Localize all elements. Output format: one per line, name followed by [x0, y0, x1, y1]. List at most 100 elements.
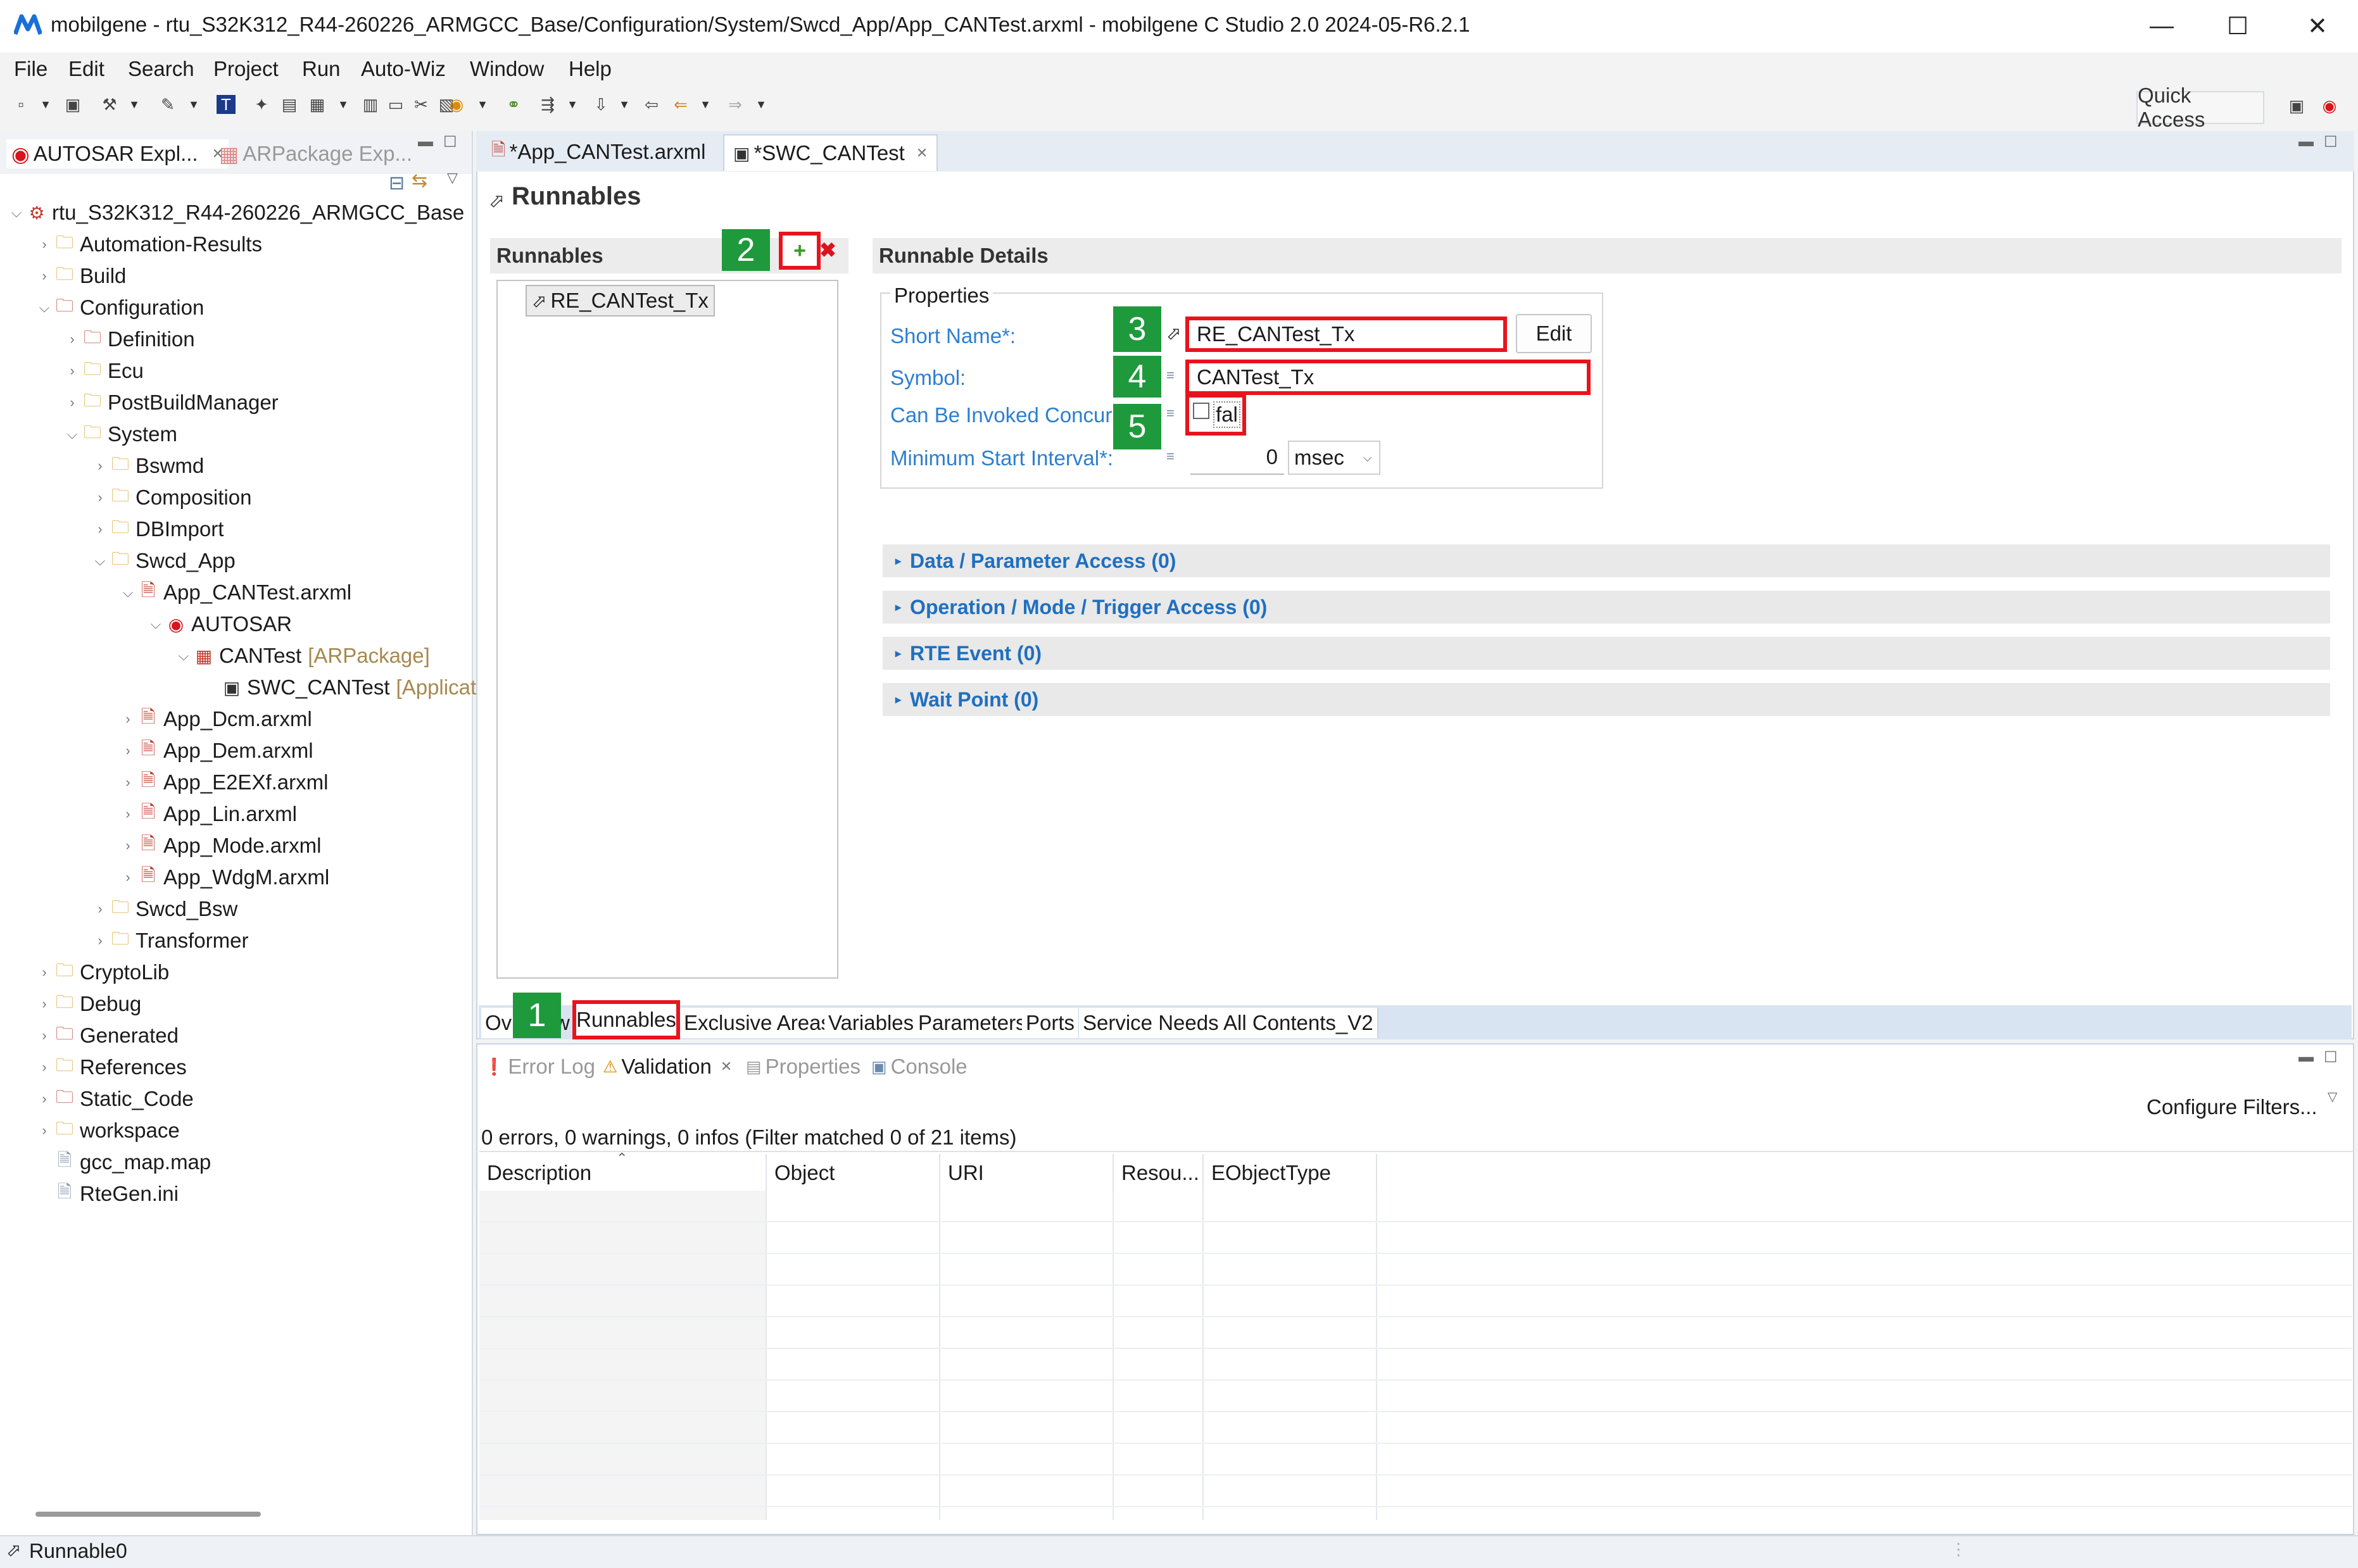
terminal-icon[interactable]: T	[217, 95, 236, 114]
tree-system[interactable]: ⌵ 🗀 System	[63, 418, 177, 450]
column-description[interactable]: Description ⌃	[479, 1150, 767, 1192]
min-interval-unit-select[interactable]: msec ⌵	[1288, 441, 1380, 475]
view-menu-icon[interactable]: ▽	[2328, 1089, 2337, 1105]
tree-app-cantest[interactable]: ⌵ 🗎 App_CANTest.arxml	[119, 577, 351, 608]
menu-window[interactable]: Window	[470, 57, 544, 81]
tab-arpackage-explorer[interactable]: ▦ ARPackage Exp...	[219, 139, 412, 168]
concurrent-checkbox[interactable]	[1193, 403, 1209, 419]
tree-app-wdgm[interactable]: › 🗎 App_WdgM.arxml	[119, 862, 329, 893]
calculator-icon[interactable]: ▦	[308, 95, 327, 114]
spark-icon[interactable]: ✦	[252, 95, 271, 114]
delete-runnable-button[interactable]: ✖	[819, 238, 836, 262]
chevron-down-icon[interactable]: ▼	[128, 95, 141, 114]
tree-swcd-bsw[interactable]: › 🗀 Swcd_Bsw	[91, 893, 237, 925]
tab-exclusive-areas[interactable]: Exclusive Areas	[680, 1008, 836, 1038]
chevron-right-icon[interactable]: ›	[35, 268, 53, 284]
menu-edit[interactable]: Edit	[68, 57, 104, 81]
chevron-right-icon[interactable]: ›	[35, 1059, 53, 1076]
tab-properties[interactable]: ▤ Properties	[746, 1055, 861, 1079]
edit-button[interactable]: Edit	[1516, 314, 1592, 353]
build-icon[interactable]: ⚒	[100, 95, 119, 114]
tree-transformer[interactable]: › 🗀 Transformer	[91, 925, 248, 956]
chevron-right-icon[interactable]: ›	[35, 1091, 53, 1107]
column-resource[interactable]: Resou...	[1114, 1154, 1204, 1192]
tab-error-log[interactable]: ❗ Error Log	[484, 1055, 595, 1079]
tools-icon[interactable]: ✂	[412, 95, 431, 114]
chevron-right-icon[interactable]: ›	[91, 489, 109, 506]
min-interval-input[interactable]: 0	[1190, 441, 1284, 475]
pin-icon[interactable]: ✎	[158, 95, 177, 114]
tree-debug[interactable]: › 🗀 Debug	[35, 988, 141, 1020]
close-icon[interactable]: ✕	[916, 145, 928, 161]
book-icon[interactable]: ▥	[361, 95, 380, 114]
chevron-right-icon[interactable]: ›	[35, 1027, 53, 1044]
maximize-panel-icon[interactable]: ☐	[2324, 133, 2338, 151]
minimize-panel-icon[interactable]: ▬	[418, 133, 433, 151]
tree-app-e2exf[interactable]: › 🗎 App_E2EXf.arxml	[119, 767, 328, 798]
chevron-right-icon[interactable]: ›	[119, 837, 137, 854]
quick-access-field[interactable]: Quick Access	[2136, 84, 2264, 131]
tab-variables[interactable]: Variables	[824, 1008, 919, 1038]
chevron-right-icon[interactable]: ›	[63, 363, 81, 379]
tree-gcc-map[interactable]: 🗎 gcc_map.map	[35, 1146, 211, 1178]
back-history-icon[interactable]: ⇦	[642, 95, 661, 114]
close-icon[interactable]: ✕	[721, 1058, 732, 1075]
add-runnable-button[interactable]: +	[779, 232, 821, 270]
chevron-right-icon[interactable]: ›	[35, 996, 53, 1012]
chevron-right-icon[interactable]: ›	[119, 743, 137, 759]
tab-runnables[interactable]: Runnables	[572, 1000, 680, 1039]
tree-swcd-app[interactable]: ⌵ 🗀 Swcd_App	[91, 545, 236, 577]
chevron-down-icon[interactable]: ▼	[618, 95, 631, 114]
menu-file[interactable]: File	[14, 57, 47, 81]
chevron-down-icon[interactable]: ▼	[755, 95, 767, 114]
window-icon[interactable]: ▭	[386, 95, 405, 114]
chevron-right-icon[interactable]: ›	[119, 774, 137, 791]
tree-build[interactable]: › 🗀 Build	[35, 260, 126, 292]
tab-app-cantest-arxml[interactable]: 🗎 *App_CANTest.arxml	[482, 134, 714, 170]
chevron-right-icon[interactable]: ›	[35, 964, 53, 981]
maximize-panel-icon[interactable]: ☐	[2324, 1048, 2338, 1067]
chevron-right-icon[interactable]: ›	[63, 394, 81, 411]
tree-configuration[interactable]: ⌵ 🗀 Configuration	[35, 292, 205, 323]
chart-icon[interactable]: ▤	[280, 95, 299, 114]
column-uri[interactable]: URI	[940, 1154, 1114, 1192]
maximize-button[interactable]: ☐	[2200, 0, 2276, 53]
section-operation-mode-trigger[interactable]: ▸ Operation / Mode / Trigger Access (0)	[883, 591, 2330, 624]
section-wait-point[interactable]: ▸ Wait Point (0)	[883, 683, 2330, 716]
chevron-down-icon[interactable]: ⌵	[91, 553, 109, 569]
tab-swc-cantest[interactable]: ▣ *SWC_CANTest ✕	[723, 134, 938, 171]
link-icon[interactable]: ⚭	[504, 95, 523, 114]
chevron-down-icon[interactable]: ▼	[337, 95, 350, 114]
tree-generated[interactable]: › 🗀 Generated	[35, 1020, 179, 1051]
tree-swc-cantest[interactable]: ▣ SWC_CANTest [Applicat	[203, 672, 476, 703]
tab-console[interactable]: ▣ Console	[871, 1055, 968, 1079]
warning-icon[interactable]: ◉	[447, 95, 466, 114]
tree-static-code[interactable]: › 🗀 Static_Code	[35, 1083, 193, 1115]
tree-definition[interactable]: › 🗀 Definition	[63, 323, 194, 355]
chevron-down-icon[interactable]: ▼	[187, 95, 200, 114]
menu-run[interactable]: Run	[302, 57, 341, 81]
chevron-right-icon[interactable]: ›	[35, 236, 53, 253]
chevron-down-icon[interactable]: ▼	[566, 95, 579, 114]
minimize-panel-icon[interactable]: ▬	[2298, 1048, 2314, 1066]
chevron-down-icon[interactable]: ⌵	[119, 584, 137, 601]
chevron-down-icon[interactable]: ⌵	[175, 648, 192, 664]
tree-automation-results[interactable]: › 🗀 Automation-Results	[35, 229, 262, 260]
autosar-perspective-icon[interactable]: ◉	[2320, 96, 2339, 115]
tree-app-dcm[interactable]: › 🗎 App_Dcm.arxml	[119, 703, 312, 735]
menu-project[interactable]: Project	[213, 57, 279, 81]
save-icon[interactable]: ▣	[63, 95, 82, 114]
chevron-right-icon[interactable]: ›	[35, 1122, 53, 1139]
tree-app-lin[interactable]: › 🗎 App_Lin.arxml	[119, 798, 297, 830]
perspective-icon[interactable]: ▣	[2287, 96, 2306, 115]
chevron-down-icon[interactable]: ⌵	[8, 204, 25, 221]
column-object[interactable]: Object	[767, 1154, 940, 1192]
configure-filters-link[interactable]: Configure Filters...	[2147, 1095, 2317, 1119]
chevron-down-icon[interactable]: ⌵	[35, 299, 53, 316]
column-eobjecttype[interactable]: EObjectType	[1204, 1154, 1377, 1192]
section-data-parameter-access[interactable]: ▸ Data / Parameter Access (0)	[883, 544, 2330, 577]
link-editor-icon[interactable]: ⇆	[412, 170, 427, 192]
tree-ecu[interactable]: › 🗀 Ecu	[63, 355, 144, 387]
tree-postbuildmanager[interactable]: › 🗀 PostBuildManager	[63, 387, 278, 418]
collapse-all-icon[interactable]: ⊟	[389, 172, 405, 194]
